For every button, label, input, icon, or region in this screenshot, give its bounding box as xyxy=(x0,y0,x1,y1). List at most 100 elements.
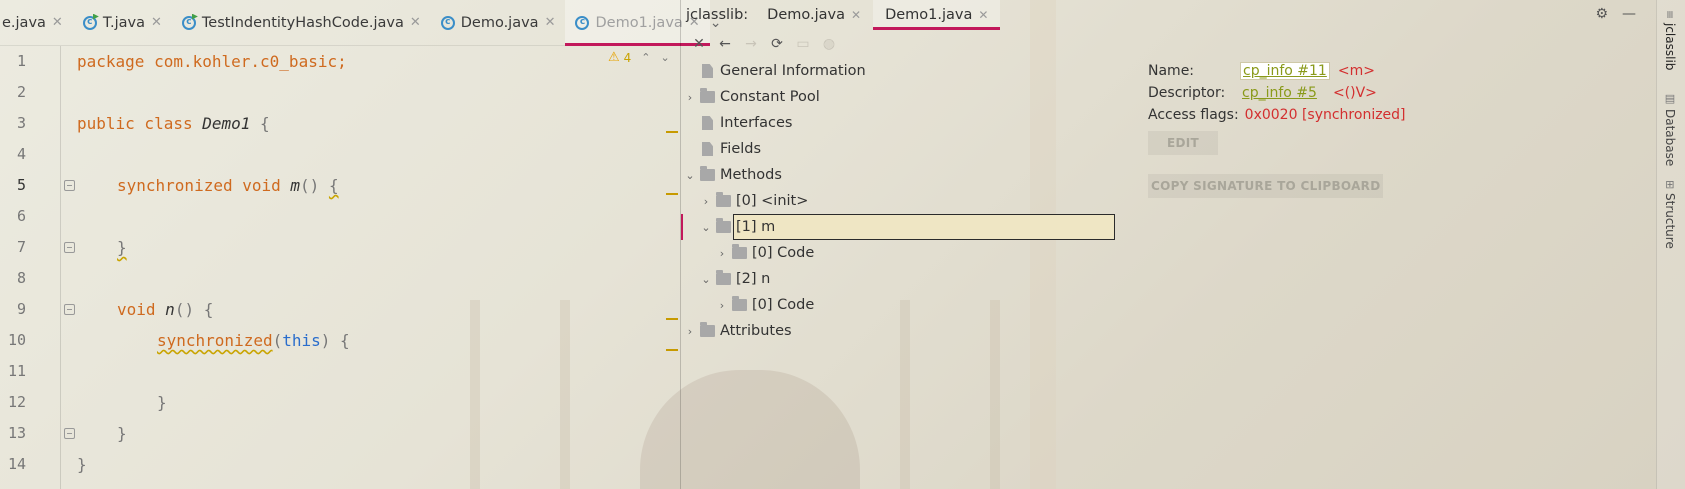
folder-icon xyxy=(700,88,715,103)
close-icon[interactable]: ✕ xyxy=(978,8,988,22)
cp-info-link[interactable]: cp_info #5 xyxy=(1240,85,1319,101)
node-label: Attributes xyxy=(720,323,792,339)
tree-node-interfaces[interactable]: Interfaces xyxy=(697,110,792,136)
keyword: package xyxy=(77,52,145,71)
file-icon xyxy=(702,116,713,130)
editor-tab-bar: e.java ✕ c T.java ✕ c TestIndentityHashC… xyxy=(0,0,721,46)
name-value: <m> xyxy=(1337,63,1375,79)
forward-arrow-icon[interactable]: → xyxy=(741,34,761,54)
fold-marker[interactable] xyxy=(64,242,75,253)
class-icon: c xyxy=(575,15,590,30)
field-label: Access flags: xyxy=(1148,107,1239,123)
close-icon[interactable]: ✕ xyxy=(410,15,421,30)
back-arrow-icon[interactable]: ← xyxy=(715,34,735,54)
tab-label: Demo.java xyxy=(767,7,845,23)
brace: } xyxy=(157,393,167,412)
tree-node-method-n[interactable]: ⌄ [2] n xyxy=(699,266,770,292)
tab-t-java[interactable]: c T.java ✕ xyxy=(73,0,172,45)
chevron-down-icon[interactable]: ⌄ xyxy=(699,221,713,234)
line-number: 9 xyxy=(16,300,26,318)
tab-label: Demo.java xyxy=(460,14,539,31)
cp-info-link[interactable]: cp_info #11 xyxy=(1240,62,1330,80)
descriptor-row: Descriptor: cp_info #5 <()V> xyxy=(1148,82,1377,104)
name-row: Name: cp_info #11 <m> xyxy=(1148,60,1375,82)
code-line: 10 synchronized(this) { xyxy=(0,325,680,356)
tree-node-constant-pool[interactable]: › Constant Pool xyxy=(683,84,820,110)
chevron-right-icon[interactable]: › xyxy=(715,247,729,260)
keyword: synchronized xyxy=(157,331,273,350)
tool-label: Structure xyxy=(1663,193,1677,250)
fold-marker[interactable] xyxy=(64,304,75,315)
tree-node-code[interactable]: › [0] Code xyxy=(715,292,814,318)
tool-window-database[interactable]: ▤ Database xyxy=(1663,92,1677,166)
class-name: Demo1 xyxy=(202,114,251,133)
browser-icon[interactable]: ◍ xyxy=(819,34,839,54)
brace: { xyxy=(328,176,339,195)
line-number: 13 xyxy=(7,424,26,442)
this-keyword: this xyxy=(282,331,321,350)
tab-label: e.java xyxy=(2,14,46,31)
close-icon[interactable]: ✕ xyxy=(151,15,162,30)
selected-node-label[interactable]: [1] m xyxy=(733,214,1115,240)
tool-window-jclasslib[interactable]: ≡ jclasslib xyxy=(1663,10,1677,71)
code-line: 2 xyxy=(0,77,680,108)
close-icon[interactable]: ✕ xyxy=(52,15,63,30)
code-line: 8 xyxy=(0,263,680,294)
line-number: 7 xyxy=(16,238,26,256)
chevron-down-icon[interactable]: ⌄ xyxy=(683,169,697,182)
keyword: class xyxy=(134,114,203,133)
tree-node-code[interactable]: › [0] Code xyxy=(715,240,814,266)
keyword: void xyxy=(117,300,156,319)
copy-signature-button[interactable]: COPY SIGNATURE TO CLIPBOARD xyxy=(1148,174,1384,198)
node-label: Fields xyxy=(720,141,762,157)
edit-button[interactable]: EDIT xyxy=(1148,131,1218,155)
class-icon: c xyxy=(181,15,196,30)
tree-node-method-init[interactable]: › [0] <init> xyxy=(699,188,808,214)
tab-demo-java[interactable]: c Demo.java ✕ xyxy=(431,0,566,45)
fold-marker[interactable] xyxy=(64,428,75,439)
chevron-right-icon[interactable]: › xyxy=(715,299,729,312)
tool-window-structure[interactable]: ⊞ Structure xyxy=(1663,180,1677,249)
class-icon: c xyxy=(440,15,455,30)
close-icon[interactable]: ✕ xyxy=(545,15,556,30)
tree-node-methods[interactable]: ⌄ Methods xyxy=(683,162,782,188)
chevron-down-icon[interactable]: ⌄ xyxy=(699,273,713,286)
code-line: 4 xyxy=(0,139,680,170)
code-line: 7 } xyxy=(0,232,680,263)
file-icon xyxy=(702,142,713,156)
structure-icon: ⊞ xyxy=(1663,180,1677,190)
right-tool-strip: ≡ jclasslib ▤ Database ⊞ Structure xyxy=(1656,0,1685,489)
code-line: 6 xyxy=(0,201,680,232)
brace: } xyxy=(117,424,127,443)
brace: } xyxy=(77,455,87,474)
chevron-right-icon[interactable]: › xyxy=(683,91,697,104)
method-name: n xyxy=(165,300,175,319)
gear-icon[interactable]: ⚙ xyxy=(1595,6,1608,22)
close-icon[interactable]: ✕ xyxy=(851,8,861,22)
code-area[interactable]: ⚠ 4 ⌃ ⌄ 1 package com.kohler.c0_basic; 2… xyxy=(0,46,680,489)
save-icon[interactable]: ▭ xyxy=(793,34,813,54)
tab-e-java[interactable]: e.java ✕ xyxy=(0,0,73,45)
refresh-icon[interactable]: ⟳ xyxy=(767,34,787,54)
tree-node-attributes[interactable]: › Attributes xyxy=(683,318,792,344)
descriptor-value: <()V> xyxy=(1332,85,1377,101)
folder-icon xyxy=(716,270,731,285)
line-number: 4 xyxy=(16,145,26,163)
tab-demo-java[interactable]: Demo.java ✕ xyxy=(755,0,873,30)
close-icon[interactable]: ✕ xyxy=(689,34,709,54)
code-line: 14 } xyxy=(0,449,680,480)
tree-node-fields[interactable]: Fields xyxy=(697,136,761,162)
brace: } xyxy=(117,238,127,257)
tab-label: T.java xyxy=(102,14,145,31)
tab-demo1-java[interactable]: Demo1.java ✕ xyxy=(873,0,1001,30)
chevron-right-icon[interactable]: › xyxy=(683,325,697,338)
class-icon: c xyxy=(82,15,97,30)
fold-marker[interactable] xyxy=(64,180,75,191)
tree-node-general-information[interactable]: General Information xyxy=(697,58,866,84)
minimize-icon[interactable]: — xyxy=(1622,6,1636,22)
jclasslib-toolbar: ✕ ← → ⟳ ▭ ◍ xyxy=(681,30,1656,58)
tree-node-method-m[interactable]: ⌄ xyxy=(699,214,736,240)
tab-testindentityhashcode-java[interactable]: c TestIndentityHashCode.java ✕ xyxy=(172,0,431,45)
chevron-right-icon[interactable]: › xyxy=(699,195,713,208)
